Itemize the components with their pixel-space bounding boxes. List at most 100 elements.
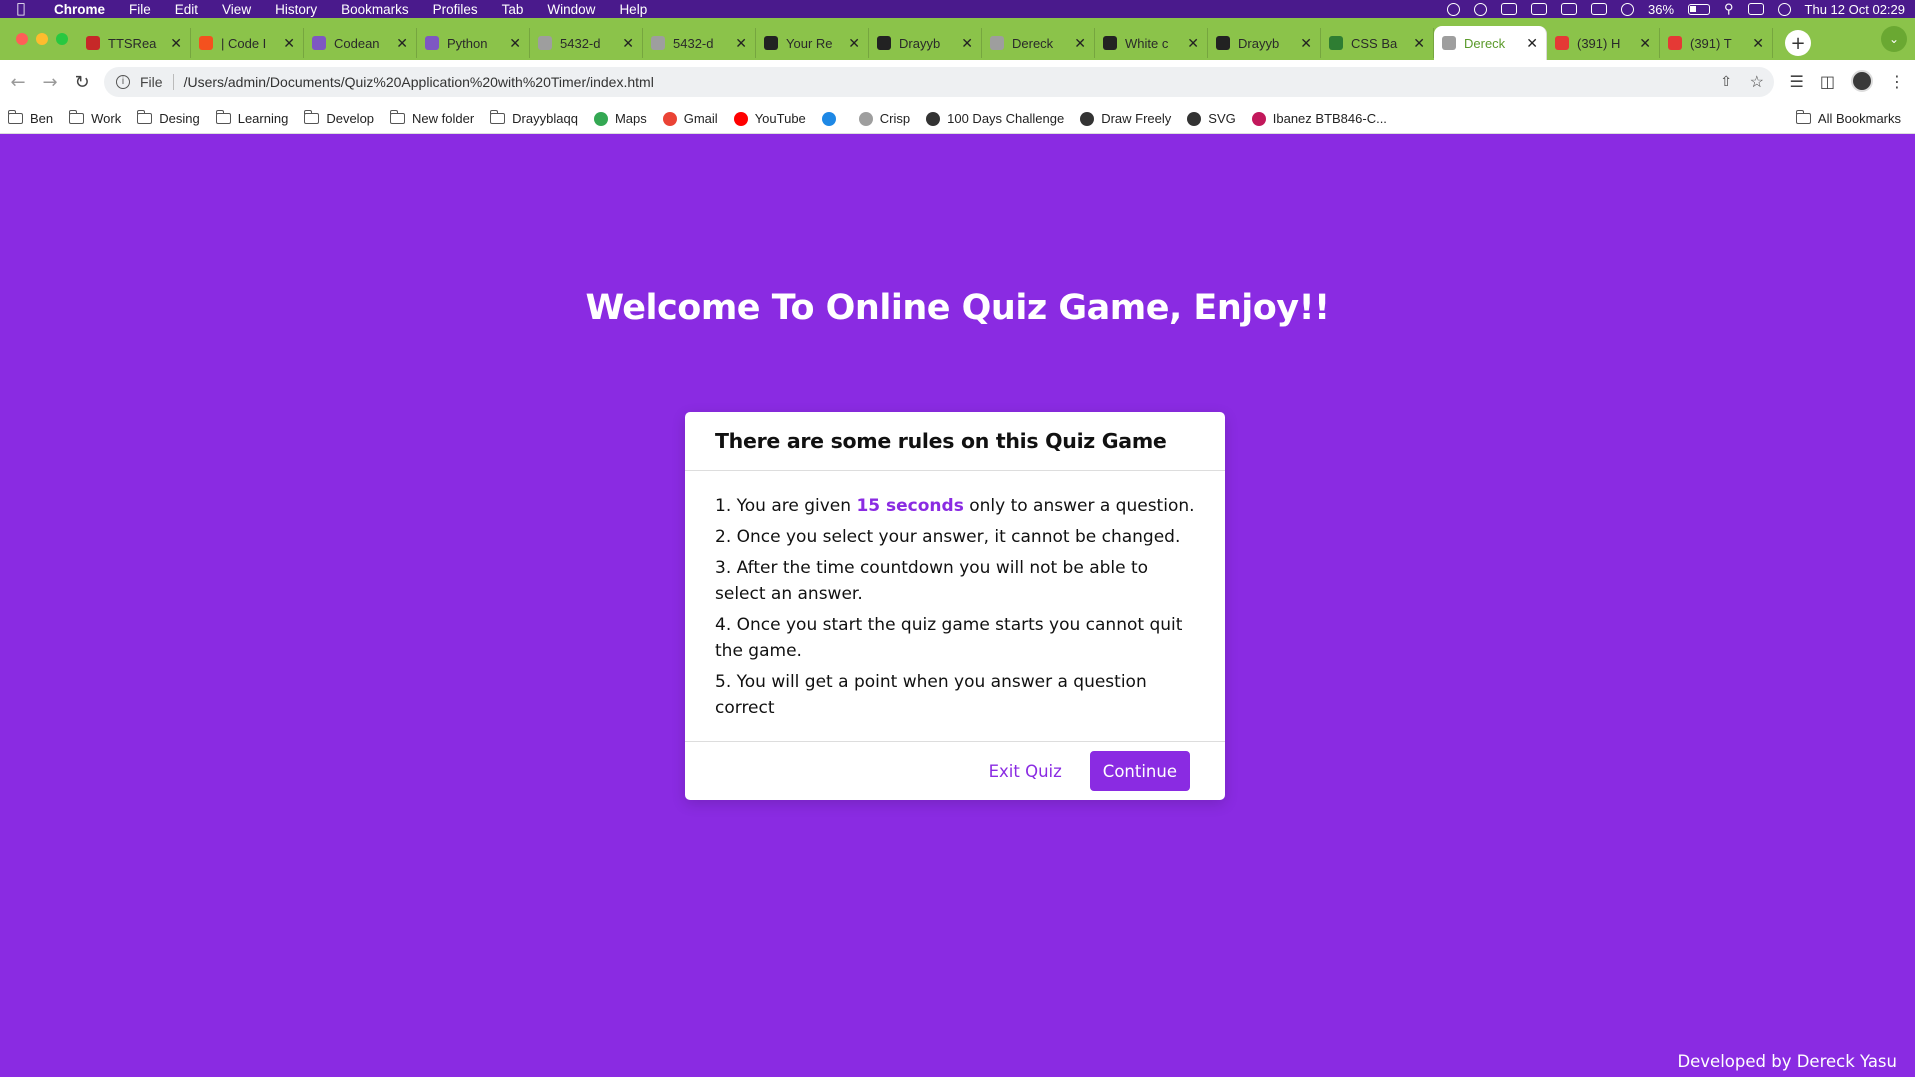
- browser-tab[interactable]: | Code I ✕: [191, 28, 304, 58]
- bookmark-item[interactable]: Draw Freely: [1080, 111, 1171, 126]
- car-icon[interactable]: [1590, 3, 1607, 15]
- cloud-icon[interactable]: [1473, 2, 1487, 16]
- tab-close-icon[interactable]: ✕: [283, 35, 295, 52]
- tab-close-icon[interactable]: ✕: [1074, 35, 1086, 52]
- exit-quiz-button[interactable]: Exit Quiz: [977, 751, 1074, 791]
- menu-help[interactable]: Help: [607, 2, 659, 17]
- browser-tab[interactable]: Your Re ✕: [756, 28, 869, 58]
- browser-tab[interactable]: Codean ✕: [304, 28, 417, 58]
- tab-close-icon[interactable]: ✕: [1526, 35, 1538, 52]
- bookmark-item[interactable]: Work: [69, 110, 121, 126]
- tab-close-icon[interactable]: ✕: [961, 35, 973, 52]
- tab-close-icon[interactable]: ✕: [509, 35, 521, 52]
- tab-title: Python: [447, 35, 488, 51]
- menu-bookmarks[interactable]: Bookmarks: [329, 2, 421, 17]
- menu-app-name[interactable]: Chrome: [42, 2, 117, 17]
- bookmark-item[interactable]: Learning: [215, 110, 288, 126]
- all-bookmarks[interactable]: All Bookmarks: [1795, 110, 1901, 126]
- continue-button[interactable]: Continue: [1089, 751, 1190, 791]
- site-info-icon[interactable]: i: [116, 75, 130, 89]
- tab-close-icon[interactable]: ✕: [396, 35, 408, 52]
- menu-history[interactable]: History: [263, 2, 329, 17]
- bookmark-item[interactable]: Drayyblaqq: [490, 110, 578, 126]
- rule-item: 4. Once you start the quiz game starts y…: [715, 615, 1183, 661]
- tab-close-icon[interactable]: ✕: [1187, 35, 1199, 52]
- tab-title: White c: [1125, 35, 1169, 51]
- battery-icon[interactable]: [1688, 3, 1711, 15]
- tab-close-icon[interactable]: ✕: [735, 35, 747, 52]
- forward-arrow-icon[interactable]: →: [34, 72, 66, 93]
- bookmark-item[interactable]: YouTube: [733, 111, 806, 126]
- browser-tab[interactable]: Drayyb ✕: [869, 28, 982, 58]
- creative-cloud-icon[interactable]: [1446, 2, 1460, 16]
- browser-tab[interactable]: 5432-d ✕: [530, 28, 643, 58]
- tab-favicon-icon: [1216, 36, 1230, 50]
- window-controls: [0, 18, 78, 60]
- rules-dialog-header: There are some rules on this Quiz Game: [685, 412, 1225, 471]
- minimize-window-button[interactable]: [36, 33, 48, 45]
- browser-tab[interactable]: (391) H ✕: [1547, 28, 1660, 58]
- more-menu-icon[interactable]: ⋮: [1889, 72, 1905, 91]
- bookmark-item[interactable]: Gmail: [662, 111, 718, 126]
- browser-tab[interactable]: CSS Ba ✕: [1321, 28, 1434, 58]
- menu-bar-clock[interactable]: Thu 12 Oct 02:29: [1805, 2, 1905, 17]
- maps-icon: [593, 111, 608, 126]
- spotlight-search-icon[interactable]: ⚲: [1724, 1, 1734, 17]
- tab-favicon-icon: [651, 36, 665, 50]
- display-icon[interactable]: [1500, 3, 1517, 15]
- tab-close-icon[interactable]: ✕: [1300, 35, 1312, 52]
- browser-tab[interactable]: Dereck ✕: [1434, 26, 1547, 60]
- bookmark-item[interactable]: Crisp: [858, 111, 910, 126]
- browser-tab[interactable]: 5432-d ✕: [643, 28, 756, 58]
- url-text[interactable]: /Users/admin/Documents/Quiz%20Applicatio…: [184, 74, 654, 90]
- bookmark-item[interactable]: SVG: [1187, 111, 1236, 126]
- bookmark-star-icon[interactable]: ☆: [1750, 72, 1764, 92]
- bookmark-item[interactable]: New folder: [390, 110, 474, 126]
- bookmark-item[interactable]: Maps: [593, 111, 647, 126]
- back-arrow-icon[interactable]: ←: [2, 72, 34, 93]
- browser-tab[interactable]: (391) T ✕: [1660, 28, 1773, 58]
- new-tab-button[interactable]: +: [1785, 30, 1811, 56]
- browser-tab[interactable]: Dereck ✕: [982, 28, 1095, 58]
- bookmark-item[interactable]: 100 Days Challenge: [926, 111, 1064, 126]
- profile-avatar[interactable]: [1851, 70, 1873, 92]
- control-center-icon[interactable]: [1747, 3, 1764, 15]
- rule-item: 3. After the time countdown you will not…: [715, 558, 1149, 604]
- browser-tab[interactable]: White c ✕: [1095, 28, 1208, 58]
- screen-mirroring-icon[interactable]: [1530, 3, 1547, 15]
- zoom-window-button[interactable]: [56, 33, 68, 45]
- tab-close-icon[interactable]: ✕: [1752, 35, 1764, 52]
- browser-tab[interactable]: Python ✕: [417, 28, 530, 58]
- tab-search-chevron-icon[interactable]: ⌄: [1881, 26, 1907, 52]
- browser-tab[interactable]: Drayyb ✕: [1208, 28, 1321, 58]
- menu-tab[interactable]: Tab: [490, 2, 536, 17]
- siri-icon[interactable]: [1777, 2, 1791, 16]
- browser-tab[interactable]: TTSRea ✕: [78, 28, 191, 58]
- side-panel-icon[interactable]: ◫: [1820, 72, 1835, 91]
- reload-icon[interactable]: ↻: [66, 72, 98, 93]
- address-bar[interactable]: i File /Users/admin/Documents/Quiz%20App…: [104, 67, 1774, 97]
- menu-file[interactable]: File: [117, 2, 163, 17]
- close-window-button[interactable]: [16, 33, 28, 45]
- bookmark-item[interactable]: Ibanez BTB846-C...: [1251, 111, 1387, 126]
- windows-icon[interactable]: [1560, 3, 1577, 15]
- tab-close-icon[interactable]: ✕: [1639, 35, 1651, 52]
- rule-1-time-highlight: 15 seconds: [856, 496, 964, 516]
- bookmark-item[interactable]: Desing: [137, 110, 200, 126]
- play-icon[interactable]: [1620, 2, 1634, 16]
- bookmark-item[interactable]: Develop: [304, 110, 374, 126]
- tab-close-icon[interactable]: ✕: [622, 35, 634, 52]
- menu-edit[interactable]: Edit: [163, 2, 210, 17]
- bookmark-item[interactable]: Ben: [8, 110, 53, 126]
- tab-close-icon[interactable]: ✕: [848, 35, 860, 52]
- menu-profiles[interactable]: Profiles: [421, 2, 490, 17]
- menu-window[interactable]: Window: [535, 2, 607, 17]
- share-icon[interactable]: ⇧: [1720, 73, 1732, 90]
- tab-favicon-icon: [538, 36, 552, 50]
- apple-menu-icon[interactable]: : [0, 1, 42, 17]
- bookmark-item[interactable]: [821, 111, 843, 126]
- menu-view[interactable]: View: [210, 2, 263, 17]
- tab-close-icon[interactable]: ✕: [170, 35, 182, 52]
- tab-close-icon[interactable]: ✕: [1413, 35, 1425, 52]
- reading-list-icon[interactable]: ☰: [1790, 72, 1804, 91]
